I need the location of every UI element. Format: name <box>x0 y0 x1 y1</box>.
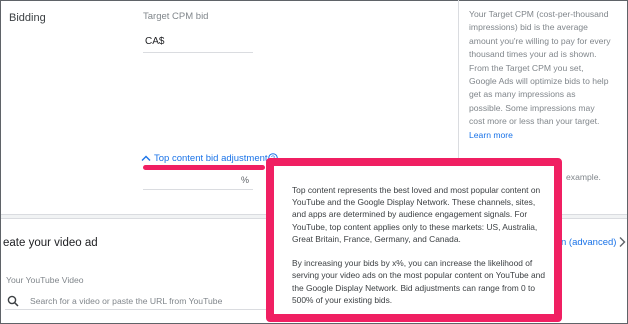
target-cpm-help-text: Your Target CPM (cost-per-thousand impre… <box>469 9 611 127</box>
help-example-text: example. <box>566 172 601 182</box>
tooltip-content: Top content represents the best loved an… <box>292 184 548 306</box>
youtube-video-search[interactable] <box>5 292 275 310</box>
target-cpm-bid-input[interactable]: CA$ <box>143 31 253 53</box>
learn-more-link[interactable]: Learn more <box>469 129 611 142</box>
advanced-option-link[interactable]: n (advanced) <box>561 237 616 248</box>
top-content-bid-adjustment-toggle[interactable]: Top content bid adjustment <box>141 151 268 165</box>
currency-prefix: CA$ <box>145 36 165 47</box>
target-cpm-bid-label: Target CPM bid <box>143 11 209 22</box>
tooltip-paragraph-2: By increasing your bids by x%, you can i… <box>292 258 545 305</box>
search-icon <box>7 295 19 307</box>
create-video-ad-title: eate your video ad <box>3 237 98 249</box>
bid-adjustment-percent-input[interactable]: % <box>143 170 253 190</box>
tooltip-paragraph-1: Top content represents the best loved an… <box>292 185 541 244</box>
top-content-bid-adjustment-label: Top content bid adjustment <box>154 152 268 164</box>
help-panel-text: Your Target CPM (cost-per-thousand impre… <box>469 8 611 142</box>
chevron-up-icon <box>141 155 151 161</box>
youtube-search-input[interactable] <box>30 295 270 306</box>
percent-suffix: % <box>240 175 249 185</box>
bidding-section-title: Bidding <box>9 12 46 24</box>
chevron-right-icon[interactable] <box>618 236 626 248</box>
youtube-video-label: Your YouTube Video <box>6 275 84 285</box>
top-content-tooltip: Top content represents the best loved an… <box>266 158 562 322</box>
